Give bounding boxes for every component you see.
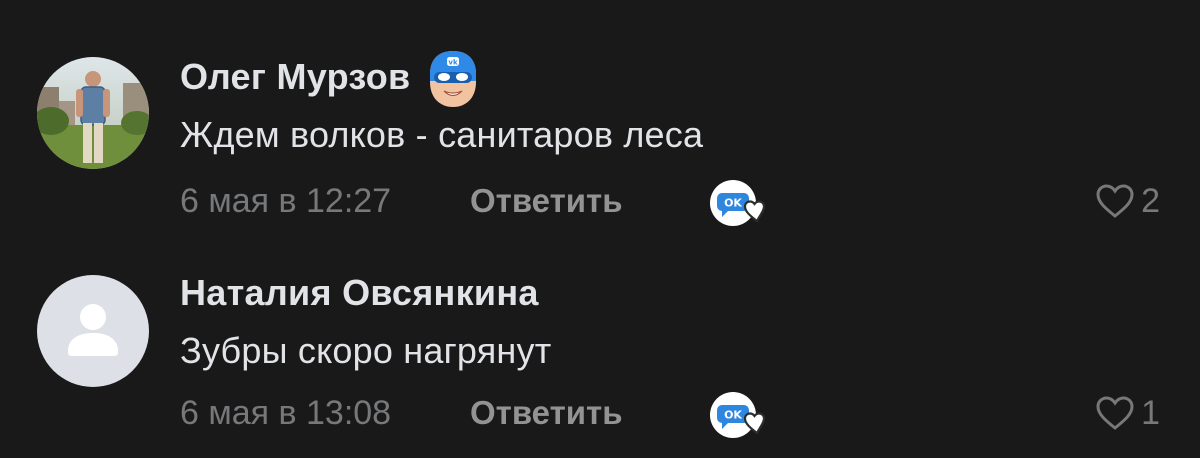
user-photo: [37, 57, 149, 169]
author-row: Олег Мурзов vk: [180, 51, 482, 107]
reply-button[interactable]: Ответить: [470, 394, 623, 432]
ok-heart-icon[interactable]: OK: [708, 178, 774, 228]
reply-button[interactable]: Ответить: [470, 182, 623, 220]
ok-heart-icon[interactable]: OK: [708, 390, 774, 440]
comment-text: Ждем волков - санитаров леса: [180, 114, 704, 155]
heart-outline-icon: [1096, 184, 1134, 218]
comment-meta: 6 мая в 12:27 Ответить OK 2: [180, 176, 1160, 226]
comment-thread: Олег Мурзов vk Ждем волков - санитаров л…: [0, 0, 1200, 458]
author-name[interactable]: Наталия Овсянкина: [180, 272, 539, 314]
like-count: 1: [1141, 393, 1160, 432]
svg-text:vk: vk: [449, 59, 459, 67]
comment-text: Зубры скоро нагрянут: [180, 330, 552, 371]
svg-text:OK: OK: [724, 197, 742, 210]
default-user-avatar: [37, 275, 149, 387]
timestamp[interactable]: 6 мая в 13:08: [180, 394, 456, 433]
author-row: Наталия Овсянкина: [180, 268, 539, 318]
comment-item: Наталия Овсянкина Зубры скоро нагрянут 6…: [0, 228, 1200, 438]
heart-outline-icon: [1096, 396, 1134, 430]
comment-item: Олег Мурзов vk Ждем волков - санитаров л…: [0, 0, 1200, 226]
svg-text:OK: OK: [724, 409, 742, 422]
avatar[interactable]: [37, 57, 149, 169]
author-name[interactable]: Олег Мурзов: [180, 56, 410, 98]
comment-meta: 6 мая в 13:08 Ответить OK 1: [180, 388, 1160, 438]
like-button[interactable]: 1: [1095, 388, 1160, 438]
avatar[interactable]: [37, 275, 149, 387]
like-count: 2: [1141, 181, 1160, 220]
like-button[interactable]: 2: [1095, 176, 1160, 226]
timestamp[interactable]: 6 мая в 12:27: [180, 182, 456, 221]
vk-hero-mask-icon: vk: [424, 48, 482, 110]
